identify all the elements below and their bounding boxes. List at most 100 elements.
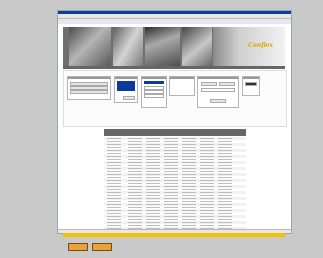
cell-text-placeholder [146, 171, 160, 172]
search-button[interactable] [210, 99, 226, 103]
cell-text-placeholder [128, 165, 142, 166]
logo: Conflex [248, 42, 273, 49]
cell-text-placeholder [128, 156, 142, 157]
cell-text-placeholder [200, 201, 214, 202]
cell-text-placeholder [128, 180, 142, 181]
apply-button[interactable] [123, 96, 135, 100]
taskbar-item-1[interactable] [68, 243, 88, 251]
date-to-field[interactable] [219, 82, 235, 86]
cell-text-placeholder [182, 186, 196, 187]
cell-text-placeholder [164, 210, 178, 211]
cell-text-placeholder [200, 165, 214, 166]
cell-text-placeholder [128, 168, 142, 169]
cell-text-placeholder [182, 204, 196, 205]
cell-text-placeholder [218, 141, 232, 142]
cell-text-placeholder [182, 168, 196, 169]
cell-text-placeholder [182, 177, 196, 178]
cell-text-placeholder [164, 198, 178, 199]
browser-window: Conflex [57, 10, 292, 237]
cell-text-placeholder [107, 225, 121, 226]
cell-text-placeholder [107, 168, 121, 169]
cell-text-placeholder [164, 171, 178, 172]
cell-text-placeholder [128, 141, 142, 142]
web-page: Conflex [59, 25, 290, 237]
cell-text-placeholder [128, 171, 142, 172]
cell-text-placeholder [146, 138, 160, 139]
cell-text-placeholder [164, 186, 178, 187]
cell-text-placeholder [200, 147, 214, 148]
cell-text-placeholder [164, 174, 178, 175]
listbox-1[interactable] [114, 76, 138, 103]
date-from-field[interactable] [201, 82, 217, 86]
cell-text-placeholder [146, 222, 160, 223]
cell-text-placeholder [128, 138, 142, 139]
cell-text-placeholder [182, 165, 196, 166]
cell-text-placeholder [146, 189, 160, 190]
cell-text-placeholder [164, 201, 178, 202]
cell-text-placeholder [182, 162, 196, 163]
banner-photo-1 [69, 27, 111, 66]
cell-text-placeholder [164, 147, 178, 148]
cell-text-placeholder [164, 159, 178, 160]
cell-text-placeholder [107, 150, 121, 151]
cell-text-placeholder [164, 225, 178, 226]
range-field[interactable] [201, 88, 235, 92]
action-box [242, 76, 260, 96]
cell-text-placeholder [218, 186, 232, 187]
cell-text-placeholder [146, 216, 160, 217]
cell-text-placeholder [200, 222, 214, 223]
go-action-button[interactable] [245, 82, 257, 86]
cell-text-placeholder [128, 204, 142, 205]
cell-text-placeholder [164, 141, 178, 142]
listbox-3[interactable] [169, 76, 195, 96]
cell-text-placeholder [182, 174, 196, 175]
cell-text-placeholder [200, 189, 214, 190]
cell-text-placeholder [128, 144, 142, 145]
cell-text-placeholder [164, 183, 178, 184]
cell-text-placeholder [107, 183, 121, 184]
cell-text-placeholder [200, 156, 214, 157]
cell-text-placeholder [146, 207, 160, 208]
cell-text-placeholder [218, 210, 232, 211]
cell-text-placeholder [128, 186, 142, 187]
listbox-2[interactable] [141, 76, 167, 108]
cell-text-placeholder [218, 150, 232, 151]
cell-text-placeholder [182, 150, 196, 151]
selected-item[interactable] [117, 81, 135, 91]
cell-text-placeholder [128, 213, 142, 214]
cell-text-placeholder [164, 219, 178, 220]
cell-text-placeholder [200, 138, 214, 139]
cell-text-placeholder [200, 174, 214, 175]
cell-text-placeholder [128, 159, 142, 160]
cell-text-placeholder [164, 162, 178, 163]
cell-text-placeholder [146, 195, 160, 196]
cell-text-placeholder [128, 210, 142, 211]
cell-text-placeholder [146, 177, 160, 178]
cell-text-placeholder [146, 210, 160, 211]
cell-text-placeholder [218, 222, 232, 223]
cell-text-placeholder [146, 219, 160, 220]
cell-text-placeholder [182, 141, 196, 142]
filter-field-3[interactable] [70, 90, 108, 94]
cell-text-placeholder [128, 216, 142, 217]
cell-text-placeholder [182, 222, 196, 223]
cell-text-placeholder [146, 213, 160, 214]
cell-text-placeholder [182, 195, 196, 196]
cell-text-placeholder [107, 141, 121, 142]
taskbar-item-2[interactable] [92, 243, 112, 251]
cell-text-placeholder [200, 162, 214, 163]
cell-text-placeholder [182, 171, 196, 172]
cell-text-placeholder [218, 201, 232, 202]
cell-text-placeholder [107, 204, 121, 205]
cell-text-placeholder [107, 156, 121, 157]
cell-text-placeholder [200, 168, 214, 169]
filter-box-1 [67, 76, 111, 100]
selected-option[interactable] [144, 81, 164, 84]
cell-text-placeholder [107, 180, 121, 181]
cell-text-placeholder [182, 138, 196, 139]
cell-text-placeholder [146, 174, 160, 175]
cell-text-placeholder [200, 225, 214, 226]
option-3[interactable] [144, 94, 164, 98]
cell-text-placeholder [182, 147, 196, 148]
cell-text-placeholder [146, 180, 160, 181]
